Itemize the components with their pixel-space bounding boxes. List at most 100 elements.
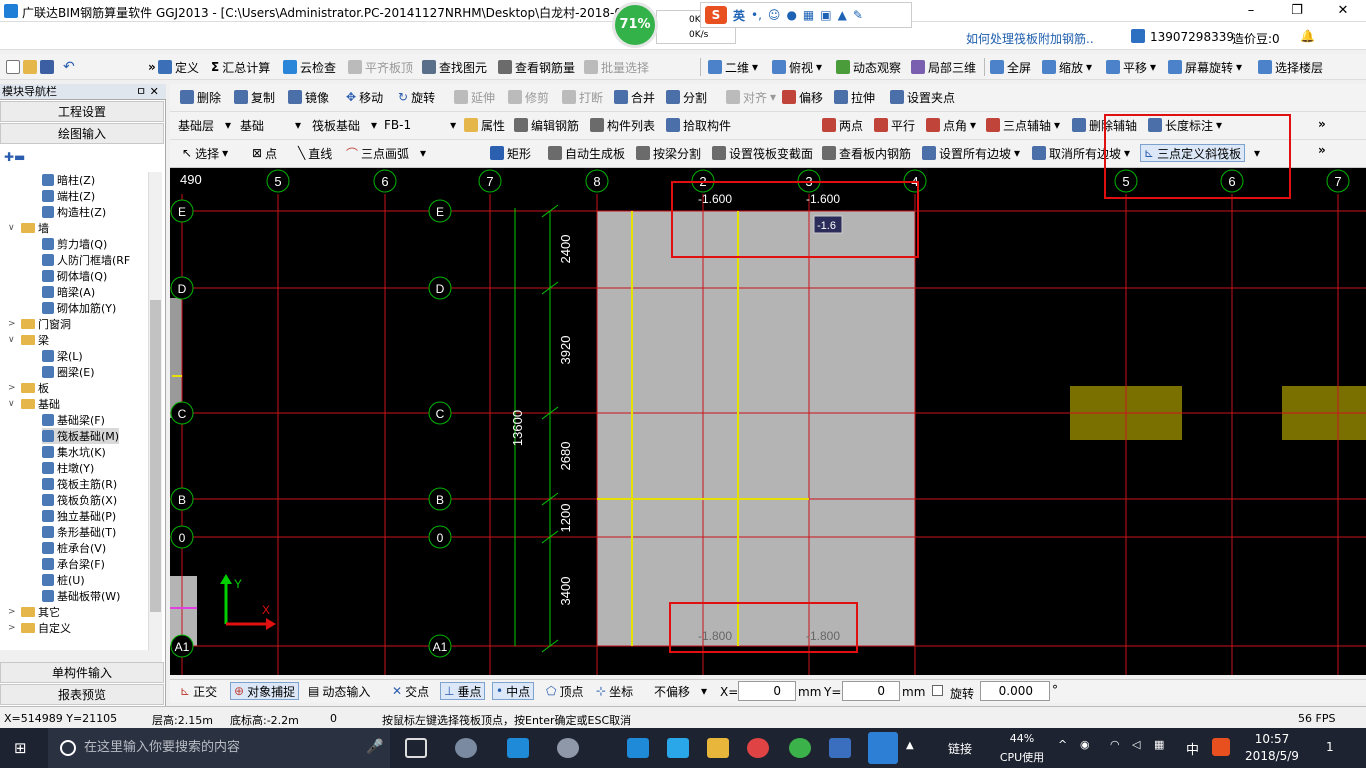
user-phone[interactable]: 13907298339: [1150, 30, 1234, 44]
tb1-select-floor[interactable]: 选择楼层: [1258, 58, 1323, 76]
tb1-cloud-check[interactable]: 云检查: [283, 58, 336, 76]
snap-coordinate[interactable]: ⊹ 坐标: [596, 682, 633, 700]
drawing-input-button[interactable]: 绘图输入: [0, 123, 164, 144]
tb2-split[interactable]: 分割: [666, 88, 707, 106]
file-explorer-icon[interactable]: [707, 738, 729, 758]
tree-folder[interactable]: > 板: [8, 380, 49, 396]
tb1-fullscreen[interactable]: 全屏: [990, 58, 1031, 76]
tree-folder[interactable]: > 自定义: [8, 620, 71, 636]
close-button[interactable]: ✕: [1320, 0, 1366, 22]
tb1-pan[interactable]: 平移 ▾: [1106, 58, 1156, 76]
punct-icon[interactable]: •,: [751, 8, 762, 22]
undo-icon[interactable]: ↶: [63, 59, 75, 75]
help-link[interactable]: 如何处理筏板附加钢筋..: [966, 30, 1094, 47]
tree-scrollbar[interactable]: [148, 172, 162, 650]
tb4-arc[interactable]: ⌒ 三点画弧 ▾: [346, 144, 426, 162]
tree-item[interactable]: 暗柱(Z): [42, 172, 95, 188]
sogou-icon[interactable]: S: [705, 6, 727, 24]
toolbar-overflow-1[interactable]: »: [148, 60, 156, 74]
speed-ball-widget[interactable]: 71%: [612, 2, 658, 48]
expand-collapse-icons[interactable]: ✚▬: [4, 150, 25, 164]
tb2-offset[interactable]: 偏移: [782, 88, 823, 106]
maximize-button[interactable]: ❐: [1274, 0, 1320, 22]
expand-icon[interactable]: >: [8, 383, 18, 393]
x-input[interactable]: 0: [738, 681, 796, 701]
task-view-icon[interactable]: [405, 738, 427, 758]
tb3-point-angle[interactable]: 点角 ▾: [926, 116, 976, 134]
snap-vertex[interactable]: ⬠ 顶点: [546, 682, 583, 700]
tb3-properties[interactable]: 属性: [464, 116, 505, 134]
tree-item[interactable]: 基础板带(W): [42, 588, 120, 604]
tree-item[interactable]: 剪力墙(Q): [42, 236, 107, 252]
minimize-button[interactable]: –: [1228, 0, 1274, 22]
collapse-icon[interactable]: ∨: [8, 335, 18, 345]
tb4-select[interactable]: ↖ 选择 ▾: [182, 144, 228, 162]
glodon-active-icon[interactable]: [868, 732, 898, 764]
bell-icon[interactable]: 🔔: [1300, 29, 1315, 43]
tb2-merge[interactable]: 合并: [614, 88, 655, 106]
tree-item[interactable]: 柱墩(Y): [42, 460, 94, 476]
app-store-icon[interactable]: [829, 738, 851, 758]
report-preview-button[interactable]: 报表预览: [0, 684, 164, 705]
save-icon[interactable]: [40, 60, 54, 74]
app-e-icon[interactable]: [789, 738, 811, 758]
item-select[interactable]: FB-1 ▾: [384, 116, 456, 134]
snap-object[interactable]: ⊕ 对象捕捉: [230, 682, 300, 700]
single-input-button[interactable]: 单构件输入: [0, 662, 164, 683]
tree-item[interactable]: 构造柱(Z): [42, 204, 106, 220]
keyboard-tray-icon[interactable]: ▦: [1154, 738, 1164, 751]
collapse-icon[interactable]: ∨: [8, 223, 18, 233]
windows-start-icon[interactable]: ⊞: [14, 740, 32, 756]
tree-item[interactable]: 筏板主筋(R): [42, 476, 117, 492]
tb2-extend[interactable]: 延伸: [454, 88, 495, 106]
taskbar-search[interactable]: 在这里输入你要搜索的内容: [48, 728, 390, 768]
rotate-input[interactable]: 0.000: [980, 681, 1050, 701]
tree-folder[interactable]: ∨ 梁: [8, 332, 49, 348]
tree-folder[interactable]: ∨ 基础: [8, 396, 60, 412]
emoji-icon[interactable]: ☺: [768, 8, 781, 22]
tree-item[interactable]: 承台梁(F): [42, 556, 105, 572]
tb1-summary[interactable]: Σ 汇总计算: [211, 58, 270, 76]
tree-folder[interactable]: > 门窗洞: [8, 316, 71, 332]
tb3-edit-rebar[interactable]: 编辑钢筋: [514, 116, 579, 134]
tray-up-icon[interactable]: ^: [1058, 738, 1067, 751]
tree-item[interactable]: 砌体加筋(Y): [42, 300, 116, 316]
tree-folder[interactable]: ∨ 墙: [8, 220, 49, 236]
tb4-line[interactable]: ╲ 直线: [298, 144, 332, 162]
tb1-align-top[interactable]: 平齐板顶: [348, 58, 413, 76]
mic-icon[interactable]: ●: [786, 8, 796, 22]
tb3-three-point-axis[interactable]: 三点辅轴 ▾: [986, 116, 1060, 134]
snap-intersection[interactable]: ✕ 交点: [392, 682, 429, 700]
tb2-copy[interactable]: 复制: [234, 88, 275, 106]
tree-item[interactable]: 桩(U): [42, 572, 85, 588]
tb2-align[interactable]: 对齐 ▾: [726, 88, 776, 106]
clock-time[interactable]: 10:57: [1244, 732, 1300, 746]
tb4-rect[interactable]: 矩形: [490, 144, 531, 162]
swirl-app-icon[interactable]: [557, 738, 579, 758]
edge-icon[interactable]: [507, 738, 529, 758]
tb4-auto-slab[interactable]: 自动生成板: [548, 144, 625, 162]
tree-item[interactable]: 端柱(Z): [42, 188, 95, 204]
expand-icon[interactable]: >: [8, 319, 18, 329]
pin-close-icons[interactable]: ㅁ ✕: [136, 84, 159, 100]
wrench-icon[interactable]: ✎: [853, 8, 863, 22]
tree-item[interactable]: 圈梁(E): [42, 364, 95, 380]
expand-icon[interactable]: >: [8, 607, 18, 617]
tree-item[interactable]: 集水坑(K): [42, 444, 106, 460]
tb2-move[interactable]: ✥ 移动: [346, 88, 383, 106]
snap-ortho[interactable]: ⊾ 正交: [180, 682, 217, 700]
taskbar-overflow-icon[interactable]: ▲: [906, 740, 914, 751]
fan-app-icon[interactable]: [455, 738, 477, 758]
expand-icon[interactable]: >: [8, 623, 18, 633]
shirt-icon[interactable]: ▲: [838, 8, 847, 22]
tree-item[interactable]: 砌体墙(Q): [42, 268, 107, 284]
floor-select[interactable]: 基础层 ▾: [178, 116, 231, 134]
tb1-local-3d[interactable]: 局部三维: [911, 58, 976, 76]
input-lang[interactable]: 中: [1186, 739, 1199, 758]
tb2-stretch[interactable]: 拉伸: [834, 88, 875, 106]
tree-item[interactable]: 筏板基础(M): [42, 428, 120, 444]
y-input[interactable]: 0: [842, 681, 900, 701]
rotate-checkbox[interactable]: [932, 685, 943, 696]
tb1-batch-select[interactable]: 批量选择: [584, 58, 649, 76]
tb2-mirror[interactable]: 镜像: [288, 88, 329, 106]
